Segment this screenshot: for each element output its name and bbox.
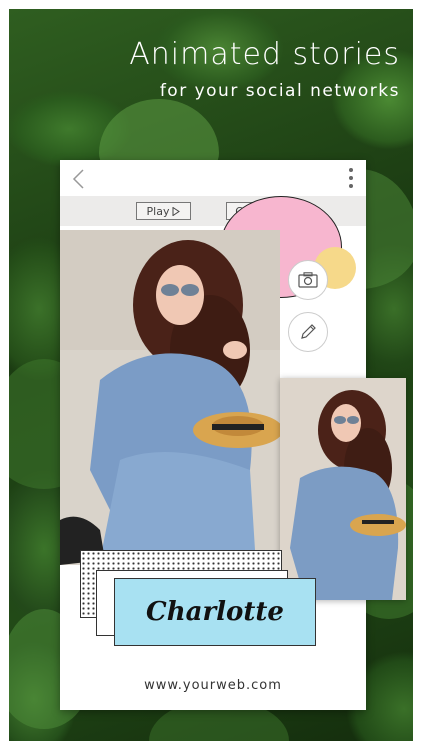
story-name: Charlotte [146, 597, 284, 627]
woman-portrait-photo [280, 378, 406, 600]
card-header [60, 160, 366, 196]
pencil-button[interactable] [288, 312, 328, 352]
story-editor-card: Play Create [60, 160, 406, 710]
secondary-story-photo[interactable] [280, 378, 406, 600]
more-vertical-icon[interactable] [348, 168, 354, 190]
website-text: www.yourweb.com [144, 678, 282, 693]
pencil-icon [301, 324, 316, 339]
woman-on-beach-photo [60, 230, 280, 565]
chevron-left-icon[interactable] [70, 168, 88, 190]
play-button[interactable]: Play [136, 202, 191, 220]
name-plate[interactable]: Charlotte [114, 578, 316, 646]
camera-button[interactable] [288, 260, 328, 300]
headline-subtitle: for your social networks [159, 81, 400, 101]
play-button-label: Play [146, 204, 170, 218]
headline: Animated stories for your social network… [129, 36, 400, 104]
play-triangle-icon [172, 206, 181, 216]
main-story-photo[interactable] [60, 230, 280, 565]
camera-icon [298, 272, 318, 288]
headline-title: Animated stories [129, 37, 400, 72]
